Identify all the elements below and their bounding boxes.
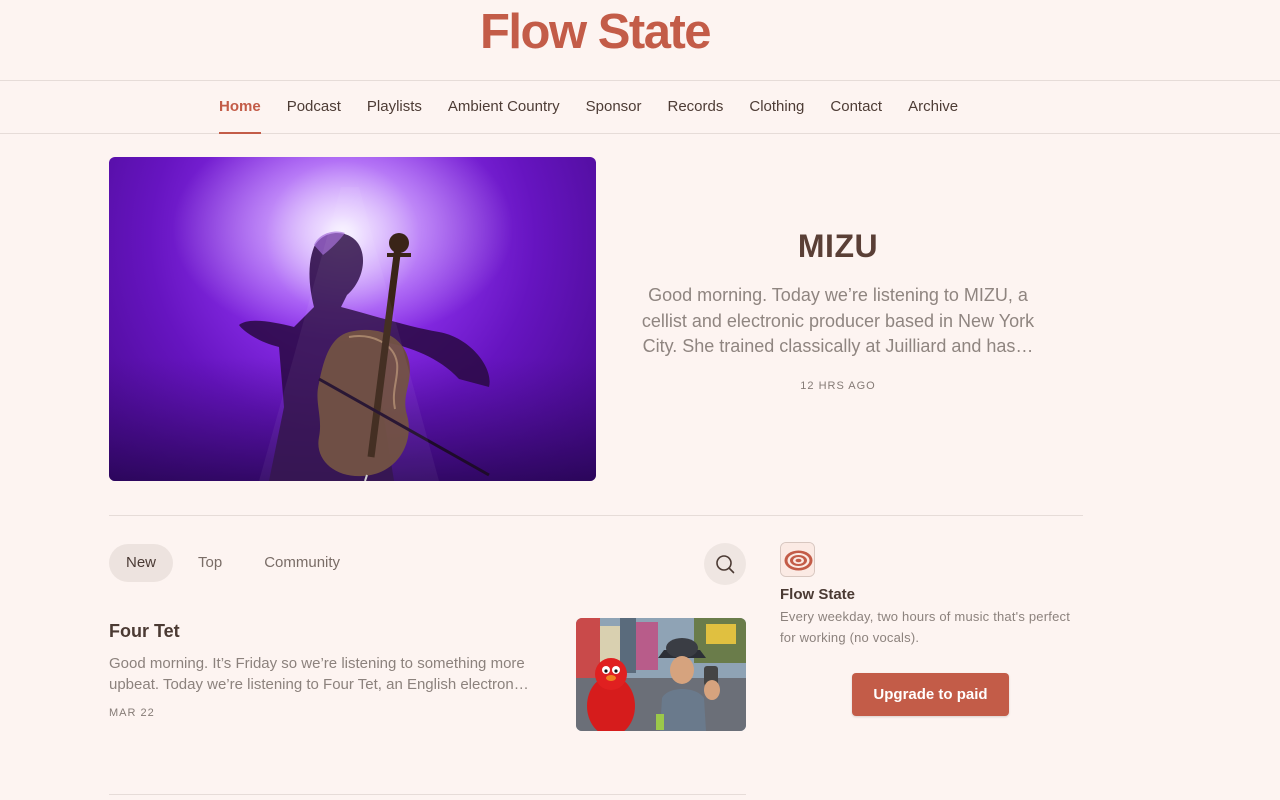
site-title[interactable]: Flow State: [0, 4, 1190, 60]
post-divider: [109, 794, 746, 795]
nav-item-home[interactable]: Home: [206, 81, 274, 134]
list-item: Four Tet Good morning. It’s Friday so we…: [109, 617, 746, 732]
hero-image[interactable]: [109, 157, 596, 481]
section-divider: [109, 515, 1083, 516]
post-date: MAR 22: [109, 707, 155, 719]
nav-item-sponsor[interactable]: Sponsor: [573, 81, 655, 134]
masthead: Flow State: [0, 0, 1280, 81]
post-title[interactable]: Four Tet: [109, 621, 180, 642]
publication-logo[interactable]: [780, 542, 815, 577]
featured-post-title[interactable]: MIZU: [628, 228, 1048, 265]
flow-state-logo-icon: [781, 543, 814, 576]
nav-item-contact[interactable]: Contact: [817, 81, 895, 134]
main-nav: Home Podcast Playlists Ambient Country S…: [0, 81, 1280, 134]
tab-new[interactable]: New: [109, 544, 174, 582]
nav-item-podcast[interactable]: Podcast: [274, 81, 354, 134]
post-excerpt[interactable]: Good morning. It’s Friday so we’re liste…: [109, 653, 554, 695]
upgrade-button[interactable]: Upgrade to paid: [852, 673, 1009, 716]
featured-post-excerpt[interactable]: Good morning. Today we’re listening to M…: [628, 283, 1048, 360]
times-square-photo: [576, 618, 746, 731]
tab-top[interactable]: Top: [181, 544, 239, 582]
featured-post: MIZU Good morning. Today we’re listening…: [628, 228, 1048, 392]
cellist-illustration: [109, 157, 596, 481]
featured-post-time: 12 HRS AGO: [800, 379, 876, 392]
nav-item-playlists[interactable]: Playlists: [354, 81, 435, 134]
nav-item-ambient-country[interactable]: Ambient Country: [435, 81, 573, 134]
nav-item-records[interactable]: Records: [655, 81, 737, 134]
tab-community[interactable]: Community: [247, 544, 357, 582]
search-button[interactable]: [704, 543, 746, 585]
nav-item-clothing[interactable]: Clothing: [736, 81, 817, 134]
feed-tabs: New Top Community: [109, 544, 357, 582]
publication-description: Every weekday, two hours of music that's…: [780, 609, 1071, 645]
nav-item-archive[interactable]: Archive: [895, 81, 971, 134]
publication-name[interactable]: Flow State: [780, 586, 855, 603]
post-thumbnail[interactable]: [576, 618, 746, 731]
search-icon: [716, 555, 735, 574]
